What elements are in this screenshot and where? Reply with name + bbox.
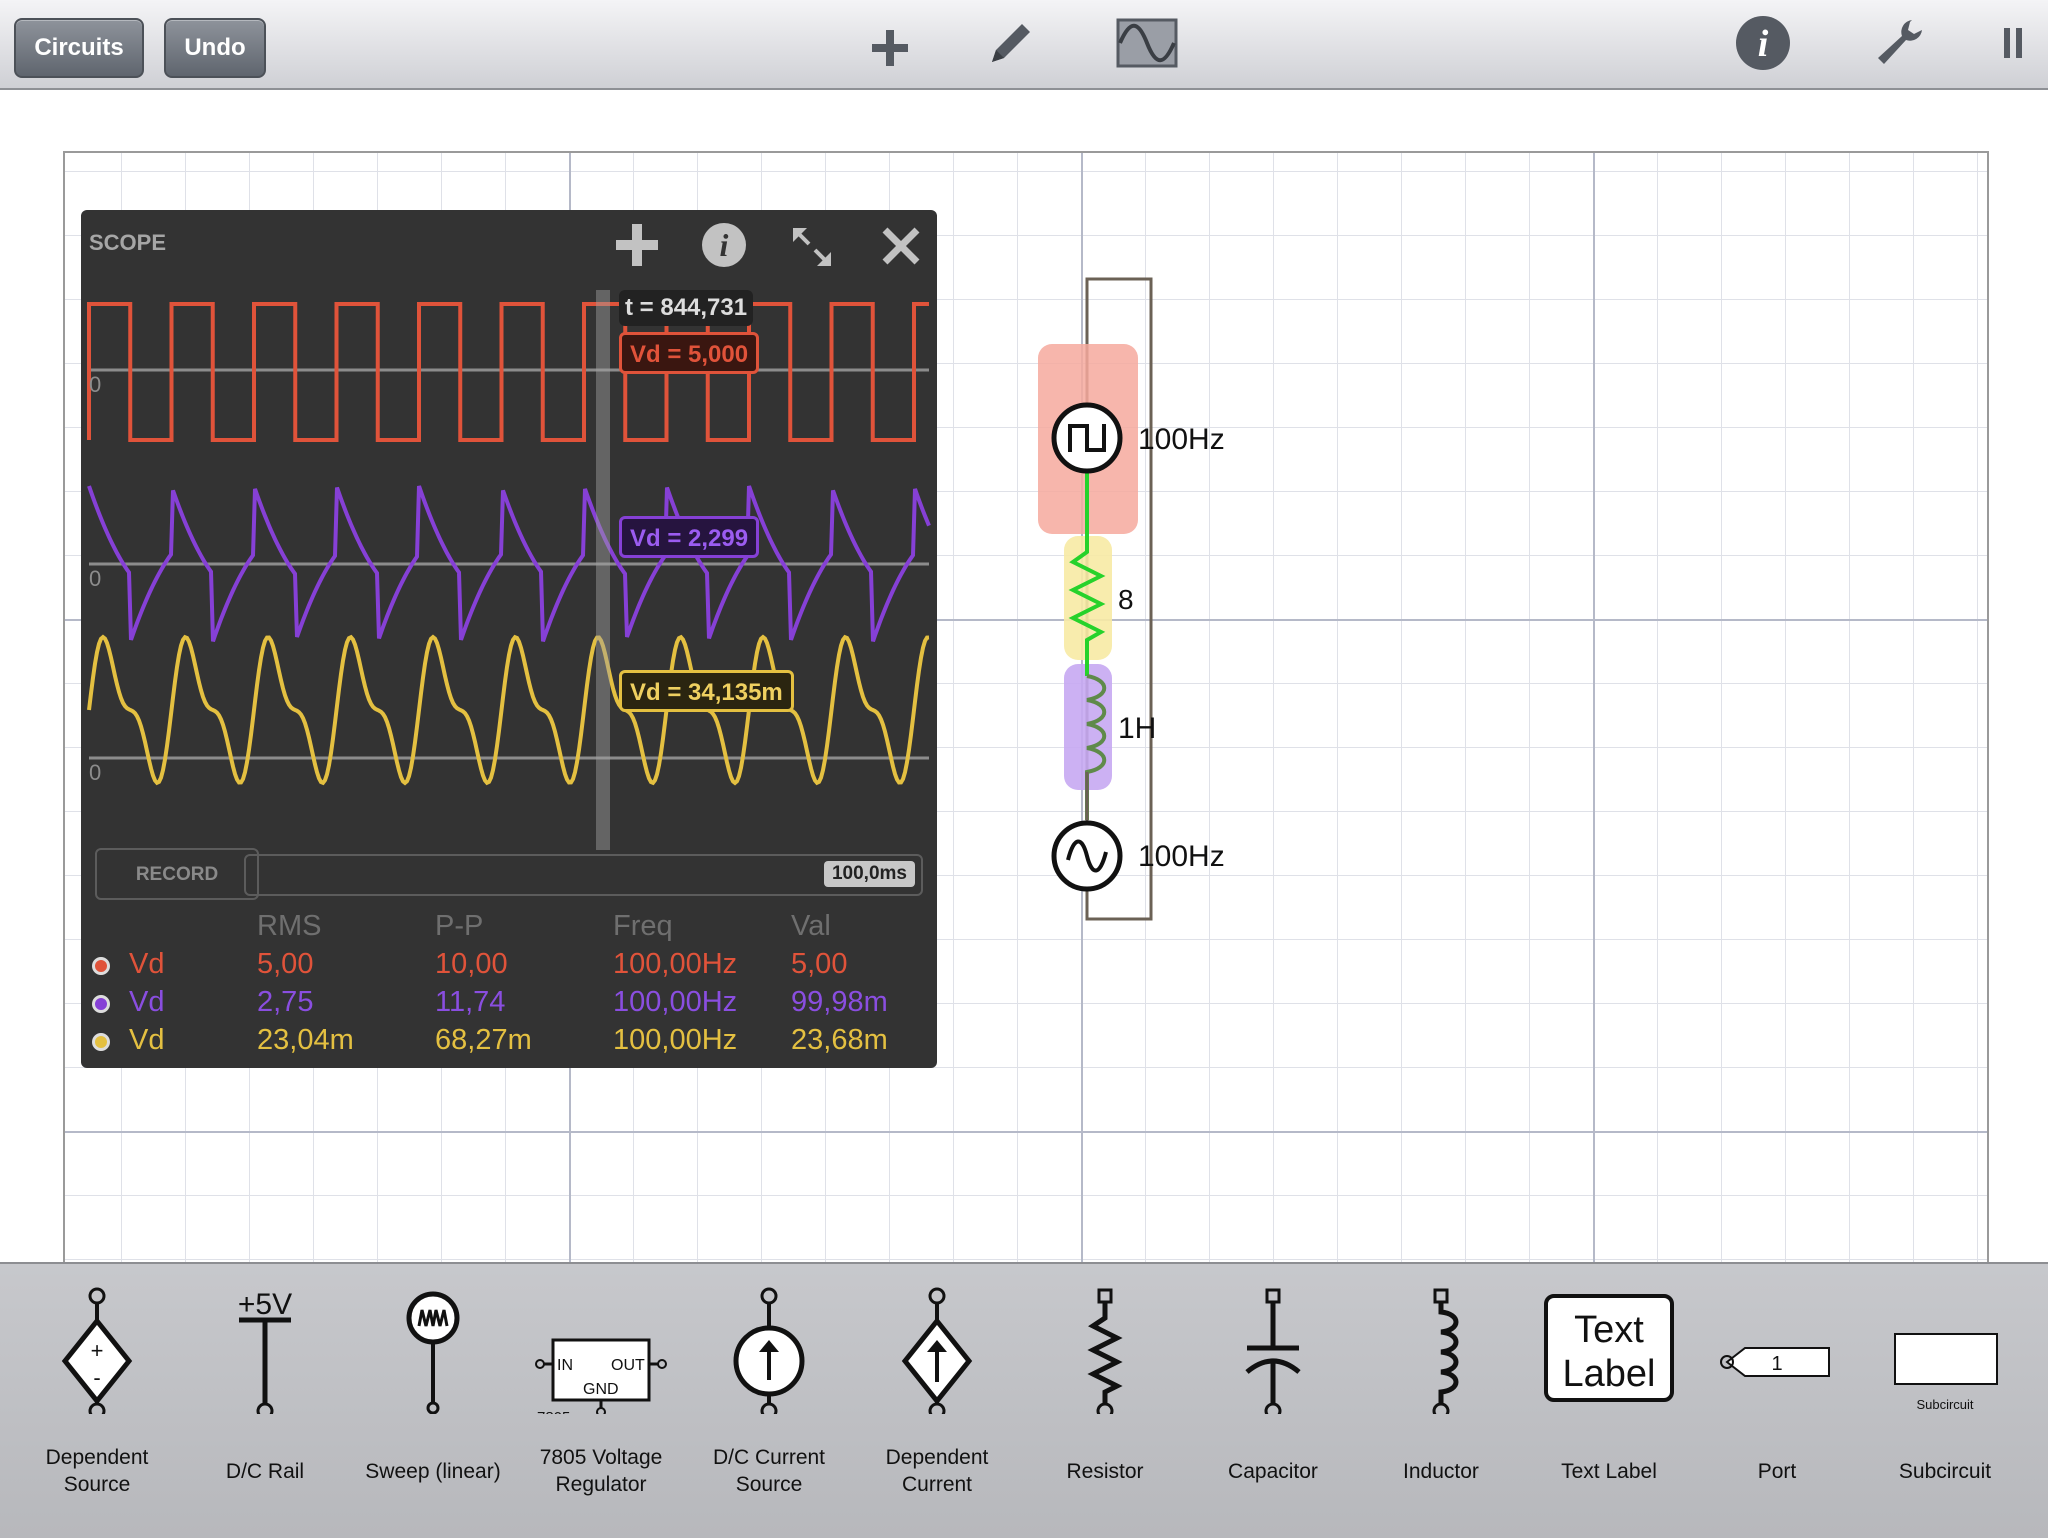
regulator-in-label: IN [557, 1357, 573, 1374]
trace1-readout: Vd = 5,000 [619, 332, 760, 374]
row-rms: 5,00 [257, 948, 314, 980]
square-source-frequency-label: 100Hz [1138, 423, 1225, 456]
scope-info-icon[interactable]: i [701, 222, 747, 268]
palette-text-label[interactable]: Text Label Text Label [1525, 1264, 1693, 1538]
palette-label: Capacitor [1228, 1460, 1318, 1483]
row-pp: 10,00 [435, 948, 508, 980]
scope-panel[interactable]: SCOPE 0 0 0 i t = 844,731 Vd = 5,000 Vd … [81, 210, 937, 1068]
palette-label: Subcircuit [1898, 1460, 1992, 1483]
row-freq: 100,00Hz [613, 986, 738, 1018]
row-name: Vd [129, 948, 165, 980]
palette-dc-current-source[interactable]: D/C Current Source [685, 1264, 853, 1538]
palette-label: Dependent Current [885, 1446, 989, 1496]
sweep-icon [406, 1291, 460, 1414]
row-name: Vd [129, 1024, 165, 1056]
header-val: Val [791, 910, 831, 942]
palette-dependent-source[interactable]: + - Dependent Source [13, 1264, 181, 1538]
palette-label: D/C Rail [225, 1460, 305, 1483]
trace3-zero-label: 0 [89, 760, 102, 785]
capacitor-icon [1245, 1288, 1301, 1414]
cursor-time-readout: t = 844,731 [619, 290, 754, 326]
palette-sweep[interactable]: Sweep (linear) [349, 1264, 517, 1538]
row-freq: 100,00Hz [613, 1024, 738, 1056]
dc-rail-icon: +5V [238, 1288, 292, 1414]
inductor-icon [1432, 1288, 1459, 1414]
stats-row[interactable]: Vd 23,04m 68,27m 100,00Hz 23,68m [81, 1024, 937, 1062]
palette-dc-rail[interactable]: +5V D/C Rail [181, 1264, 349, 1538]
port-icon: 1 [1720, 1347, 1830, 1377]
trace2-readout: Vd = 2,299 [619, 516, 760, 558]
regulator-part-label: 7805 [537, 1409, 570, 1414]
scope-cursor[interactable] [596, 290, 610, 850]
text-label-line2: Label [1563, 1353, 1656, 1395]
square-wave-source[interactable] [1051, 402, 1123, 474]
palette-label: Resistor [1066, 1460, 1144, 1483]
row-name: Vd [129, 986, 165, 1018]
port-number: 1 [1771, 1353, 1782, 1375]
palette-label: Inductor [1403, 1460, 1479, 1483]
svg-text:i: i [720, 227, 729, 263]
row-pp: 11,74 [435, 986, 506, 1018]
stats-row[interactable]: Vd 2,75 11,74 100,00Hz 99,98m [81, 986, 937, 1024]
timebase-slider[interactable]: 100,0ms [244, 854, 923, 896]
row-val: 23,68m [791, 1024, 888, 1056]
row-rms: 23,04m [257, 1024, 354, 1056]
palette-subcircuit[interactable]: Subcircuit Subcircuit [1861, 1264, 2029, 1538]
subcircuit-icon: Subcircuit [1894, 1333, 1998, 1412]
header-pp: P-P [435, 910, 484, 942]
palette-label: Port [1757, 1460, 1797, 1483]
trace3-waveform [87, 634, 930, 786]
dc-current-source-icon [733, 1287, 805, 1414]
scope-expand-icon[interactable] [789, 224, 835, 270]
timebase-value: 100,0ms [823, 861, 915, 887]
dc-rail-voltage: +5V [238, 1288, 292, 1321]
resistor-value-label: 8 [1118, 584, 1134, 615]
trace1-zero-label: 0 [89, 372, 102, 397]
trace3-readout: Vd = 34,135m [619, 670, 794, 712]
palette-capacitor[interactable]: Capacitor [1189, 1264, 1357, 1538]
row-val: 99,98m [791, 986, 888, 1018]
scope-traces[interactable] [81, 210, 937, 850]
regulator-gnd-label: GND [583, 1381, 619, 1398]
row-freq: 100,00Hz [613, 948, 738, 980]
sine-wave-source[interactable] [1051, 820, 1123, 892]
inductor-value-label: 1H [1118, 712, 1157, 745]
component-palette: + - Dependent Source +5V D/C Rail Sweep … [0, 1262, 2048, 1538]
row-pp: 68,27m [435, 1024, 532, 1056]
stats-header: RMS P-P Freq Val [81, 910, 937, 948]
text-label-line1: Text [1574, 1309, 1644, 1351]
subcircuit-caption: Subcircuit [1916, 1397, 1973, 1412]
row-val: 5,00 [791, 948, 848, 980]
palette-port[interactable]: 1 Port [1693, 1264, 1861, 1538]
svg-text:-: - [93, 1365, 100, 1390]
row-rms: 2,75 [257, 986, 314, 1018]
header-rms: RMS [257, 910, 322, 942]
svg-text:+: + [91, 1338, 104, 1363]
palette-label: D/C Current Source [712, 1446, 826, 1496]
scope-close-icon[interactable] [881, 226, 921, 266]
palette-label: Sweep (linear) [365, 1460, 501, 1483]
palette-inductor[interactable]: Inductor [1357, 1264, 1525, 1538]
palette-label: Dependent Source [45, 1446, 149, 1496]
palette-voltage-regulator[interactable]: IN OUT GND 7805 7805 Voltage Regulator [517, 1264, 685, 1538]
palette-resistor[interactable]: Resistor [1021, 1264, 1189, 1538]
trace1-waveform [87, 302, 929, 442]
dependent-source-icon: + - [61, 1287, 133, 1414]
palette-label: 7805 Voltage Regulator [539, 1446, 663, 1496]
palette-dependent-current[interactable]: Dependent Current [853, 1264, 1021, 1538]
scope-add-trace-icon[interactable] [614, 222, 660, 268]
voltage-regulator-icon: IN OUT GND 7805 [535, 1338, 667, 1414]
sine-source-frequency-label: 100Hz [1138, 840, 1225, 873]
record-button[interactable]: RECORD [95, 848, 259, 900]
header-freq: Freq [613, 910, 673, 942]
stats-row[interactable]: Vd 5,00 10,00 100,00Hz 5,00 [81, 948, 937, 986]
palette-label: Text Label [1561, 1460, 1657, 1483]
regulator-out-label: OUT [611, 1357, 645, 1374]
text-label-icon: Text Label [1544, 1294, 1674, 1402]
dependent-current-icon [901, 1287, 973, 1414]
resistor-icon [1087, 1288, 1123, 1414]
trace2-zero-label: 0 [89, 566, 102, 591]
